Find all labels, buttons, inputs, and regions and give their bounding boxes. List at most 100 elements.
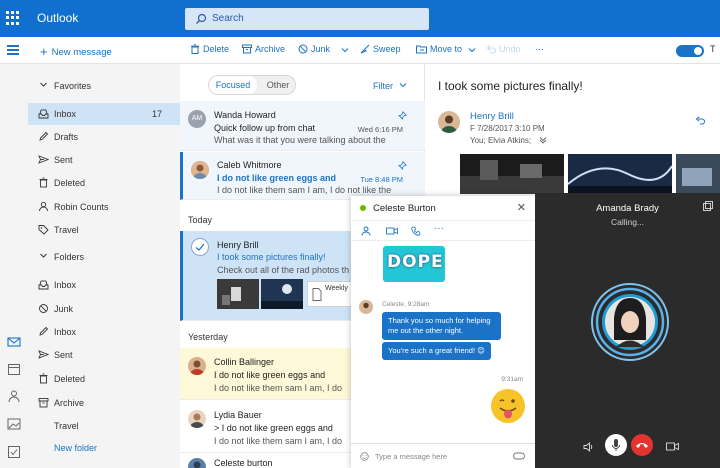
- chat-contact-name[interactable]: Celeste Burton: [373, 203, 436, 214]
- attach-icon[interactable]: [513, 452, 525, 460]
- pin-icon[interactable]: [398, 111, 407, 120]
- reading-pane-toggle[interactable]: [676, 45, 704, 57]
- message-subject: > I do not like green eggs and: [214, 423, 333, 433]
- new-folder-link[interactable]: New folder: [28, 437, 180, 459]
- message-preview: I do not like them sam I am, I do: [214, 436, 343, 446]
- search-input[interactable]: Search: [185, 8, 429, 30]
- avatar: [438, 111, 460, 133]
- section-header-yesterday: Yesterday: [188, 332, 228, 342]
- app-launcher-icon[interactable]: [6, 11, 20, 25]
- folders-label: Folders: [54, 252, 85, 262]
- folder-item-junk[interactable]: Junk: [28, 298, 180, 320]
- list-item[interactable]: AM Wanda Howard Quick follow up from cha…: [180, 101, 425, 151]
- message-sender: Wanda Howard: [214, 110, 276, 120]
- folder-item-inbox-2[interactable]: Inbox: [28, 321, 180, 343]
- sender-name[interactable]: Henry Brill: [470, 111, 514, 122]
- undo-button[interactable]: Undo: [486, 44, 521, 54]
- inbox-icon: [38, 280, 49, 290]
- person-icon[interactable]: [361, 226, 371, 236]
- sidebar-item-sent[interactable]: Sent: [28, 149, 180, 171]
- hamburger-menu-icon[interactable]: [7, 45, 19, 55]
- folder-item-archive[interactable]: Archive: [28, 392, 180, 414]
- photo-thumbnail[interactable]: [261, 279, 303, 309]
- message-preview: What was it that you were talking about …: [214, 135, 386, 145]
- delete-button[interactable]: Delete: [190, 44, 229, 54]
- photo-attachment[interactable]: [568, 154, 672, 194]
- filter-button[interactable]: Filter: [373, 81, 407, 91]
- more-actions-button[interactable]: ···: [535, 44, 544, 54]
- caller-avatar-ring: [591, 283, 669, 361]
- message-input[interactable]: Type a message here: [375, 452, 447, 461]
- message-title: I took some pictures finally!: [438, 79, 583, 93]
- phone-icon[interactable]: [411, 226, 421, 236]
- folder-item-travel[interactable]: Travel: [28, 415, 180, 437]
- sidebar-item-inbox[interactable]: Inbox 17: [28, 103, 180, 125]
- attachment-card[interactable]: Weekly: [307, 281, 353, 307]
- sidebar-item-deleted[interactable]: Deleted: [28, 172, 180, 194]
- chat-composer[interactable]: Type a message here: [351, 443, 535, 468]
- list-item[interactable]: Caleb Whitmore I do not like green eggs …: [180, 152, 425, 200]
- sidebar-item-label: Inbox: [54, 327, 77, 337]
- microphone-icon: [612, 439, 620, 451]
- pencil-icon: [39, 326, 49, 336]
- presence-available-icon: [360, 205, 366, 211]
- emoji-icon[interactable]: [360, 452, 369, 461]
- send-icon: [38, 350, 49, 359]
- new-message-label: New message: [51, 47, 112, 58]
- sidebar-item-robin-counts[interactable]: Robin Counts: [28, 196, 180, 218]
- filter-label: Filter: [373, 81, 393, 91]
- popout-icon[interactable]: [703, 201, 713, 211]
- sweep-button[interactable]: Sweep: [360, 44, 401, 54]
- folder-item-inbox[interactable]: Inbox: [28, 274, 180, 296]
- inbox-pivot: Focused Other: [208, 75, 296, 95]
- sidebar-item-label: Robin Counts: [54, 202, 109, 212]
- checkbox-icon[interactable]: [191, 238, 209, 256]
- video-icon[interactable]: [386, 226, 398, 236]
- junk-button[interactable]: Junk: [298, 44, 352, 54]
- sidebar-item-drafts[interactable]: Drafts: [28, 126, 180, 148]
- close-icon[interactable]: ✕: [517, 201, 526, 214]
- calendar-icon[interactable]: [7, 362, 21, 376]
- folder-item-deleted[interactable]: Deleted: [28, 368, 180, 390]
- section-header-today: Today: [188, 215, 213, 225]
- block-icon: [298, 44, 308, 54]
- more-options-icon[interactable]: ···: [434, 223, 444, 234]
- avatar: [188, 410, 206, 428]
- message-meta: Celeste, 9:28am: [382, 301, 430, 308]
- favorites-header[interactable]: Favorites: [28, 75, 180, 97]
- hang-up-button[interactable]: [631, 434, 653, 456]
- speaker-icon[interactable]: [583, 441, 595, 453]
- photos-icon[interactable]: [7, 417, 21, 431]
- sidebar-item-label: Inbox: [54, 280, 77, 290]
- sidebar-item-travel[interactable]: Travel: [28, 219, 180, 241]
- folders-header[interactable]: Folders: [28, 246, 180, 268]
- pin-icon[interactable]: [398, 161, 407, 170]
- photo-attachment[interactable]: [460, 154, 564, 194]
- reply-icon[interactable]: [694, 116, 705, 127]
- search-icon: [196, 13, 207, 24]
- people-icon[interactable]: [7, 389, 21, 403]
- archive-button[interactable]: Archive: [242, 44, 285, 54]
- folder-item-sent[interactable]: Sent: [28, 344, 180, 366]
- delete-label: Delete: [203, 44, 230, 54]
- video-icon[interactable]: [666, 441, 679, 452]
- tasks-icon[interactable]: [7, 445, 21, 459]
- mute-button[interactable]: [605, 434, 627, 456]
- sidebar-item-label: Archive: [54, 398, 85, 408]
- photo-attachment[interactable]: [676, 154, 720, 194]
- avatar: AM: [188, 110, 206, 128]
- toggle-label: T: [710, 44, 716, 54]
- message-subject: I do not like green eggs and: [214, 370, 326, 380]
- chevron-down-icon[interactable]: [341, 46, 349, 54]
- new-message-button[interactable]: + New message: [40, 43, 112, 59]
- tab-focused[interactable]: Focused: [209, 76, 257, 94]
- mail-icon[interactable]: [7, 335, 21, 349]
- call-window: Amanda Brady Calling...: [535, 193, 720, 468]
- message-preview: Check out all of the rad photos th: [217, 265, 350, 275]
- app-title[interactable]: Outlook: [37, 11, 78, 25]
- move-to-button[interactable]: Move to: [416, 44, 479, 54]
- photo-thumbnail[interactable]: [217, 279, 259, 309]
- chevron-down-icon[interactable]: [539, 136, 547, 144]
- tab-other[interactable]: Other: [261, 76, 295, 94]
- trash-icon: [39, 373, 48, 384]
